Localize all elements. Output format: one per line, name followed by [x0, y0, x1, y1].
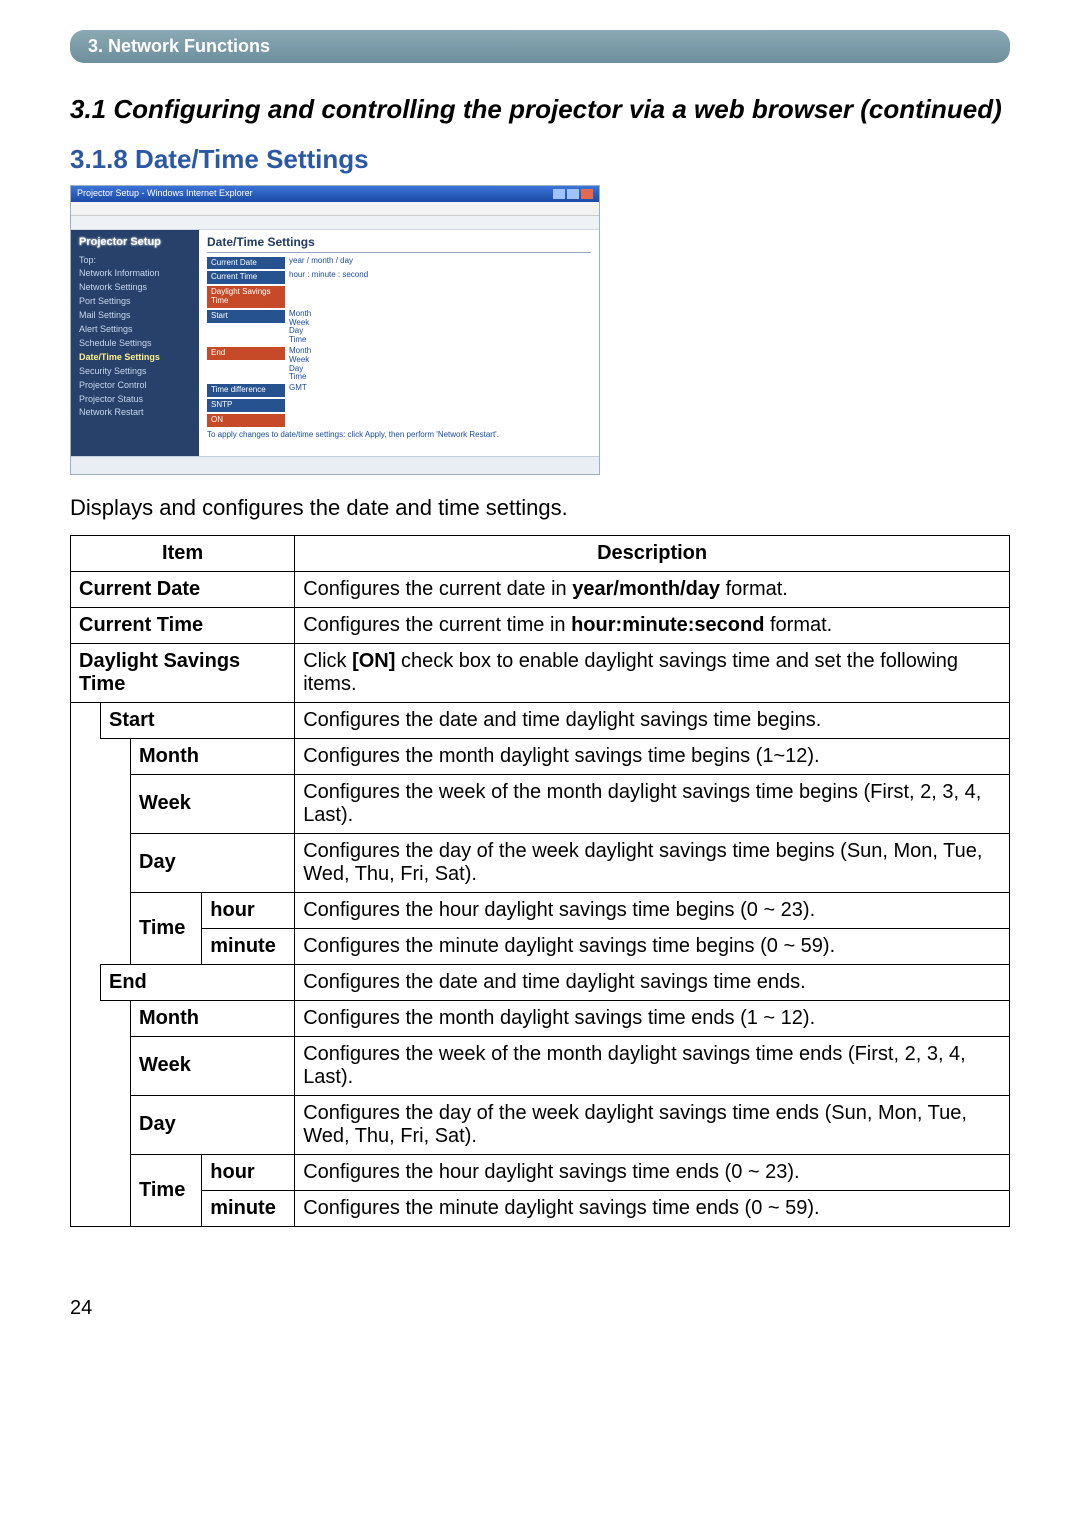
- row-end-week-desc: Configures the week of the month dayligh…: [295, 1036, 1010, 1095]
- row-end-hour-item: hour: [202, 1154, 295, 1190]
- fig-side-netinfo: Network Information: [79, 267, 191, 281]
- fig-side-stat: Projector Status: [79, 393, 191, 407]
- indent-start: [101, 738, 131, 964]
- fig-side-head: Projector Setup: [79, 236, 191, 248]
- fig-tabbar: [71, 216, 599, 230]
- close-icon: [581, 189, 593, 199]
- fig-side-restart: Network Restart: [79, 406, 191, 420]
- fig-end-lab: End: [207, 347, 285, 360]
- row-dst-desc: Click [ON] check box to enable daylight …: [295, 643, 1010, 702]
- row-dst-item: Daylight Savings Time: [71, 643, 295, 702]
- row-start-desc: Configures the date and time daylight sa…: [295, 702, 1010, 738]
- intro-text: Displays and configures the date and tim…: [70, 495, 1010, 521]
- row-end-minute-desc: Configures the minute daylight savings t…: [295, 1190, 1010, 1226]
- fig-end-time: Time: [289, 373, 359, 382]
- row-start-week-desc: Configures the week of the month dayligh…: [295, 774, 1010, 833]
- fig-gmt: GMT: [289, 384, 591, 393]
- fig-statusbar: [71, 456, 599, 472]
- row-current-time-item: Current Time: [71, 607, 295, 643]
- row-current-date-desc: Configures the current date in year/mont…: [295, 571, 1010, 607]
- fig-sntp-lab: SNTP: [207, 399, 285, 412]
- fig-main: Date/Time Settings Current Dateyear / mo…: [199, 230, 599, 456]
- row-start-week-item: Week: [131, 774, 295, 833]
- maximize-icon: [567, 189, 579, 199]
- fig-start-time: Time: [289, 336, 359, 345]
- indent-dst: [71, 702, 101, 1226]
- fig-side-mail: Mail Settings: [79, 309, 191, 323]
- page-number: 24: [70, 1297, 1010, 1320]
- fig-td-lab: Time difference: [207, 384, 285, 397]
- row-end-item: End: [101, 964, 295, 1000]
- fig-on-lab: ON: [207, 414, 285, 427]
- fig-side-sec: Security Settings: [79, 365, 191, 379]
- fig-start-lab: Start: [207, 310, 285, 323]
- row-start-day-item: Day: [131, 833, 295, 892]
- fig-note: To apply changes to date/time settings: …: [207, 431, 591, 440]
- row-end-hour-desc: Configures the hour daylight savings tim…: [295, 1154, 1010, 1190]
- fig-window-title: Projector Setup - Windows Internet Explo…: [77, 189, 253, 199]
- indent-end: [101, 1000, 131, 1226]
- fig-dst-lab: Daylight Savings Time: [207, 286, 285, 308]
- subsection-title: 3.1.8 Date/Time Settings: [70, 144, 1010, 175]
- row-start-day-desc: Configures the day of the week daylight …: [295, 833, 1010, 892]
- row-current-time-desc: Configures the current time in hour:minu…: [295, 607, 1010, 643]
- row-start-minute-desc: Configures the minute daylight savings t…: [295, 928, 1010, 964]
- fig-curdate-lab: Current Date: [207, 257, 285, 270]
- row-start-hour-desc: Configures the hour daylight savings tim…: [295, 892, 1010, 928]
- fig-side-alert: Alert Settings: [79, 323, 191, 337]
- fig-side-date: Date/Time Settings: [79, 351, 191, 365]
- row-start-time-item: Time: [131, 892, 202, 964]
- row-end-desc: Configures the date and time daylight sa…: [295, 964, 1010, 1000]
- row-start-hour-item: hour: [202, 892, 295, 928]
- fig-side-netset: Network Settings: [79, 281, 191, 295]
- row-end-minute-item: minute: [202, 1190, 295, 1226]
- row-end-month-item: Month: [131, 1000, 295, 1036]
- settings-description-table: Item Description Current Date Configures…: [70, 535, 1010, 1227]
- row-end-week-item: Week: [131, 1036, 295, 1095]
- row-start-month-item: Month: [131, 738, 295, 774]
- row-end-day-desc: Configures the day of the week daylight …: [295, 1095, 1010, 1154]
- row-start-item: Start: [101, 702, 295, 738]
- row-start-minute-item: minute: [202, 928, 295, 964]
- row-end-time-item: Time: [131, 1154, 202, 1226]
- fig-panel-title: Date/Time Settings: [207, 236, 591, 253]
- date-time-settings-screenshot: Projector Setup - Windows Internet Explo…: [70, 185, 600, 475]
- col-description: Description: [295, 535, 1010, 571]
- fig-curtime-lab: Current Time: [207, 271, 285, 284]
- fig-side-sched: Schedule Settings: [79, 337, 191, 351]
- row-current-date-item: Current Date: [71, 571, 295, 607]
- row-end-month-desc: Configures the month daylight savings ti…: [295, 1000, 1010, 1036]
- fig-side-top: Top:: [79, 254, 191, 268]
- breadcrumb: 3. Network Functions: [70, 30, 1010, 63]
- fig-sidebar: Projector Setup Top: Network Information…: [71, 230, 199, 456]
- section-title: 3.1 Configuring and controlling the proj…: [70, 93, 1010, 126]
- fig-side-port: Port Settings: [79, 295, 191, 309]
- fig-toolbar: [71, 202, 599, 216]
- minimize-icon: [553, 189, 565, 199]
- row-start-month-desc: Configures the month daylight savings ti…: [295, 738, 1010, 774]
- fig-side-ctrl: Projector Control: [79, 379, 191, 393]
- row-end-day-item: Day: [131, 1095, 295, 1154]
- col-item: Item: [71, 535, 295, 571]
